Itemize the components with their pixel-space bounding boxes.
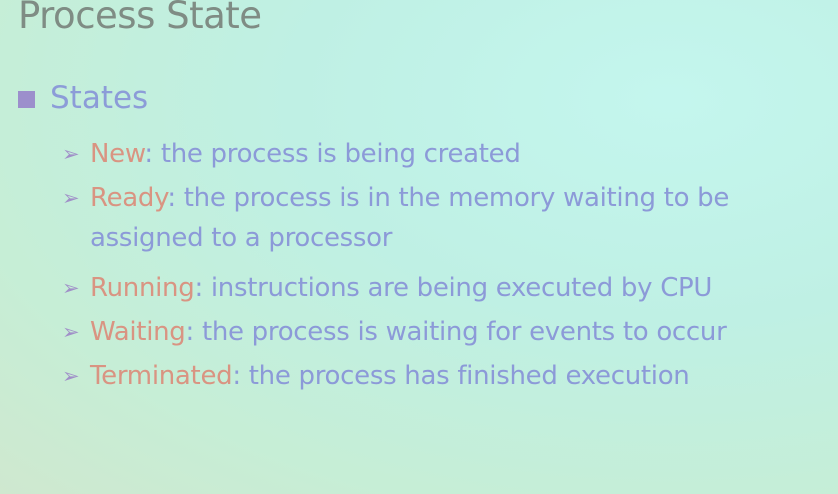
list-item: ➢ Waiting: the process is waiting for eve… bbox=[62, 312, 832, 352]
state-description: : instructions are being executed by CPU bbox=[194, 273, 713, 303]
state-description: : the process is waiting for events to o… bbox=[185, 317, 727, 347]
state-term: Terminated bbox=[90, 361, 233, 391]
state-term: New bbox=[90, 139, 145, 169]
state-description: : the process has finished execution bbox=[232, 361, 690, 391]
list-item: ➢ Running: instructions are being execute… bbox=[62, 268, 832, 308]
slide-title: Process State bbox=[18, 0, 262, 37]
bullet-states: States bbox=[18, 80, 148, 116]
state-term: Ready bbox=[90, 183, 168, 213]
state-list: ➢ New: the process is being created ➢ Read… bbox=[62, 134, 832, 396]
arrow-bullet-icon: ➢ bbox=[62, 186, 80, 210]
state-term: Waiting bbox=[90, 317, 186, 347]
state-description: : the process is being created bbox=[144, 139, 521, 169]
state-term: Running bbox=[90, 273, 195, 303]
list-item: ➢ New: the process is being created bbox=[62, 134, 832, 174]
state-description: : the process is in the memory waiting t… bbox=[90, 183, 730, 253]
arrow-bullet-icon: ➢ bbox=[62, 320, 80, 344]
arrow-bullet-icon: ➢ bbox=[62, 364, 80, 388]
list-item: ➢ Terminated: the process has finished ex… bbox=[62, 356, 832, 396]
list-item: ➢ Ready: the process is in the memory wai… bbox=[62, 178, 832, 258]
arrow-bullet-icon: ➢ bbox=[62, 276, 80, 300]
arrow-bullet-icon: ➢ bbox=[62, 142, 80, 166]
bullet-label: States bbox=[50, 80, 149, 116]
square-bullet-icon bbox=[18, 91, 35, 108]
